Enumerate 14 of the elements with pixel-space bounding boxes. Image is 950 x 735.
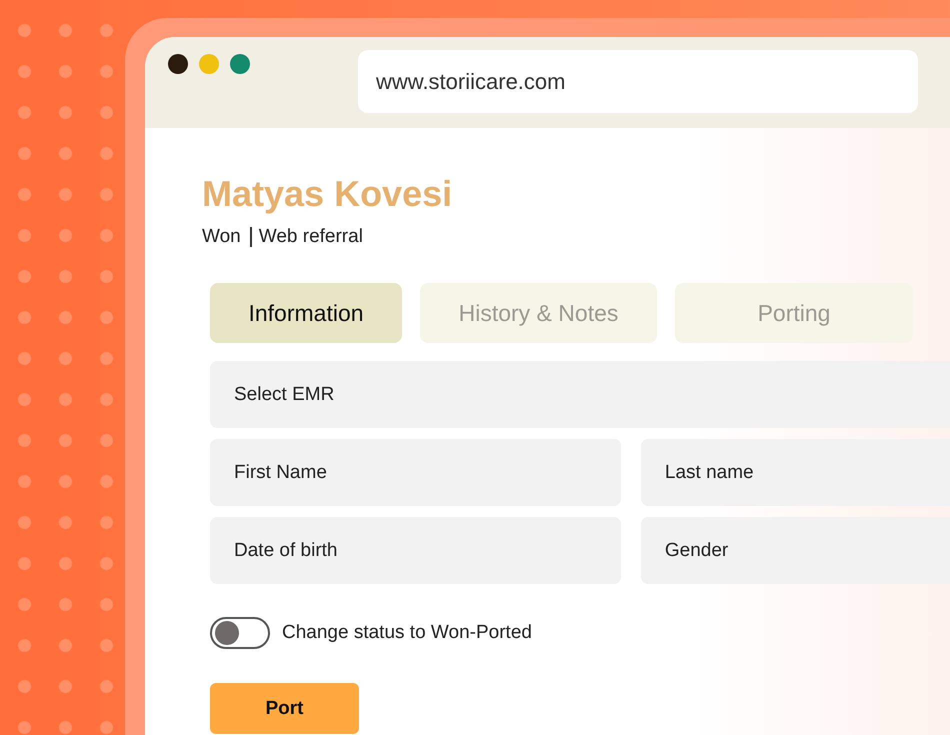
input-field[interactable]: Select EMR: [210, 361, 950, 428]
contact-name: Matyas Kovesi: [202, 172, 454, 216]
input-field[interactable]: First Name: [210, 439, 621, 506]
window-control-icon[interactable]: [168, 54, 188, 74]
port-button[interactable]: Port: [210, 683, 359, 734]
toggle-switch[interactable]: [210, 617, 270, 649]
toggle-label: Change status to Won-Ported: [282, 622, 532, 644]
tab[interactable]: Information: [210, 283, 402, 343]
contact-status: Won: [202, 226, 241, 248]
input-field[interactable]: Gender: [640, 517, 950, 584]
input-field[interactable]: Date of birth: [210, 517, 621, 584]
contact-source: Web referral: [250, 227, 363, 247]
input-field[interactable]: Last name: [640, 439, 950, 506]
address-bar[interactable]: www.storiicare.com: [358, 50, 918, 113]
